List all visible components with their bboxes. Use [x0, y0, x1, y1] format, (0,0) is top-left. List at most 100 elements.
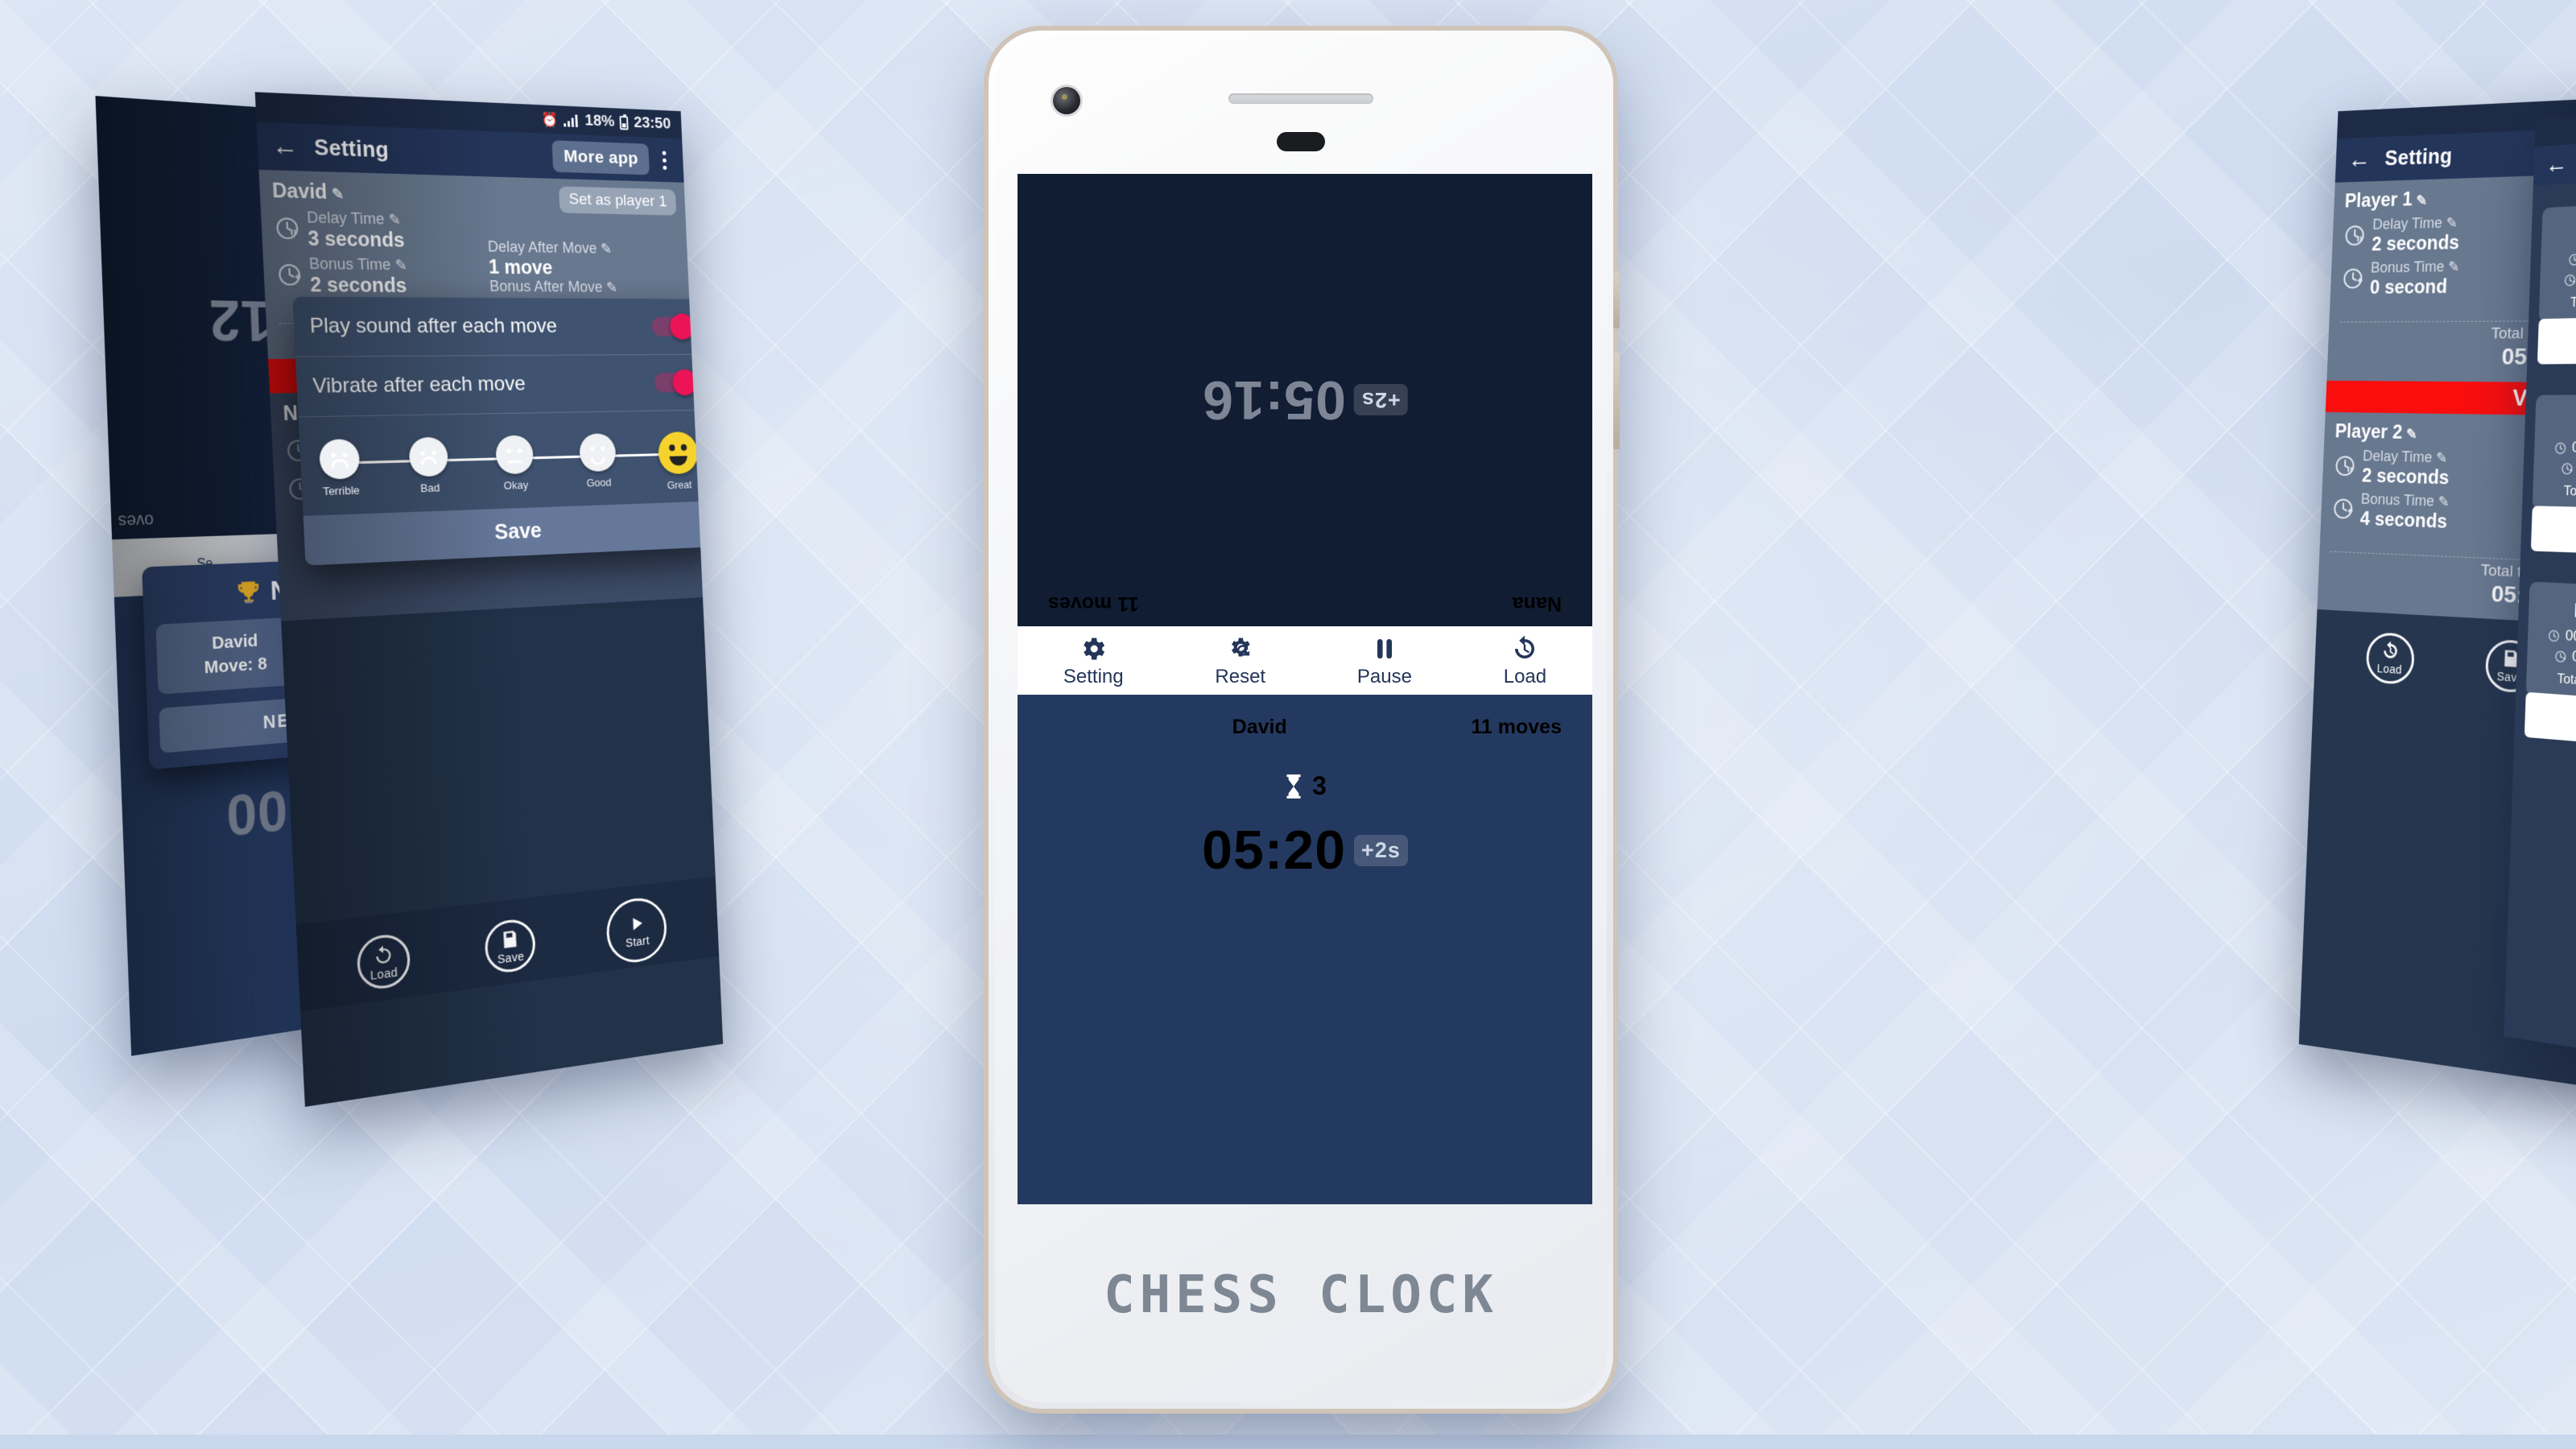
gear-reset-icon [1226, 634, 1255, 663]
clock-bonus-icon [2561, 461, 2574, 475]
player-panel[interactable]: David 11 moves 3 05:20 +2s [1018, 695, 1592, 1204]
load-button[interactable]: Load [356, 932, 411, 992]
rating-label-bad: Bad [420, 481, 440, 495]
action-buttons-row: Load Save Start [296, 877, 719, 1012]
toolbar-reset[interactable]: Reset [1215, 634, 1265, 688]
edit-pencil-icon[interactable]: ✎ [2446, 215, 2458, 231]
edit-pencil-icon[interactable]: ✎ [331, 186, 344, 203]
game-load-button[interactable]: Load [2537, 316, 2576, 365]
player-clock: 05:20 +2s [1202, 819, 1408, 881]
total-time-label: Total time [446, 327, 513, 345]
player-delay-value: 3 [1312, 771, 1327, 801]
game-player-left: David 00:01 10 moves 00:01 0 move [2543, 411, 2576, 503]
phone-mockup: Nana 11 moves +2s 05:16 Setting Reset Pa… [989, 31, 1613, 1409]
screen-setting-david[interactable]: ⏰ 18% 23:50 ← Setting More app Set as pl… [255, 92, 723, 1107]
clock-delay-icon [2333, 453, 2356, 478]
back-arrow-icon[interactable]: ← [2347, 147, 2372, 172]
clock-bonus-icon [2331, 497, 2355, 522]
toolbar-setting-partial[interactable]: Se [196, 556, 213, 572]
bonus-time-value: 2 seconds [310, 274, 409, 297]
toolbar-setting[interactable]: Setting [1063, 634, 1124, 688]
edit-pencil-icon[interactable]: ✎ [2406, 426, 2418, 442]
rating-label-terrible: Terrible [323, 484, 360, 498]
rating-option-okay[interactable]: Okay [490, 435, 539, 492]
toolbar-pause[interactable]: Pause [1357, 634, 1412, 688]
history-restore-icon [372, 942, 395, 967]
right-screens-group: ⏰ 18% 23:47 ← Setting More app Set as pl… [1530, 0, 2576, 1449]
edit-pencil-icon[interactable]: ✎ [517, 328, 529, 345]
load-button[interactable]: Load [2365, 631, 2415, 685]
edit-pencil-icon[interactable]: ✎ [388, 212, 401, 229]
chess-clock-screen[interactable]: Nana 11 moves +2s 05:16 Setting Reset Pa… [1018, 174, 1592, 1204]
play-sound-toggle[interactable] [651, 316, 693, 336]
game-player-name: Player 1 [2539, 598, 2576, 628]
edit-pencil-icon[interactable]: ✎ [2438, 494, 2450, 510]
hourglass-icon [1283, 774, 1304, 799]
edit-pencil-icon[interactable]: ✎ [2436, 450, 2448, 466]
edit-pencil-icon[interactable]: ✎ [2448, 259, 2460, 275]
bonus-time-label: Bonus Time [309, 255, 391, 274]
battery-percent: 18% [584, 112, 615, 131]
smiley-good-icon [579, 433, 617, 472]
delay-time-value: 2 seconds [2372, 231, 2460, 254]
game-total-line: Total time 05:00 [2537, 667, 2576, 696]
phone-body: Nana 11 moves +2s 05:16 Setting Reset Pa… [995, 37, 1607, 1402]
toolbar-pause-label: Pause [1357, 666, 1412, 688]
rating-option-good[interactable]: Good [574, 433, 621, 489]
back-arrow-icon[interactable]: ← [271, 133, 299, 160]
load-label: Load [370, 964, 398, 981]
start-button[interactable]: Start [605, 895, 668, 966]
more-app-button[interactable]: More app [552, 140, 650, 175]
player-card-nana: Nana [270, 388, 703, 621]
game-player-name: David [2552, 217, 2576, 247]
game-total-label: Total time [2570, 293, 2576, 310]
delay-time-value: 3 seconds [308, 227, 405, 251]
game-delay-line: 00:02 10 moves [2538, 625, 2576, 651]
opponent-increment-badge: +2s [1354, 385, 1408, 416]
history-restore-icon [2380, 640, 2401, 663]
clock-bonus-icon [2554, 649, 2567, 663]
player-increment-badge: +2s [1354, 835, 1408, 866]
game-delay-line: 00:03 1 move [2551, 246, 2576, 269]
front-camera-icon [1053, 87, 1080, 114]
game-delay-value: 00:01 [2572, 439, 2576, 457]
player-name-david: David ✎ [271, 179, 675, 212]
opponent-time: 05:16 [1202, 369, 1346, 431]
edit-pencil-icon[interactable]: ✎ [394, 258, 407, 274]
gear-icon [1079, 634, 1108, 663]
game-total-label: Total time [2557, 671, 2576, 690]
set-as-player-1-button[interactable]: Set as player 1 [559, 186, 676, 215]
rating-option-great[interactable]: Great [655, 431, 702, 492]
alarm-icon: ⏰ [541, 112, 559, 126]
bonus-time-label: Bonus Time [2371, 258, 2445, 276]
smiley-terrible-icon [319, 439, 361, 480]
play-icon [626, 911, 647, 935]
bonus-time-label: Bonus Time [2360, 491, 2434, 510]
rating-save-button[interactable]: Save [303, 501, 716, 565]
back-arrow-icon[interactable]: ← [2545, 152, 2569, 178]
edit-pencil-icon[interactable]: ✎ [2416, 192, 2428, 208]
player-card-david: Set as player 1 David ✎ Delay Time ✎ 3 sec… [258, 170, 691, 359]
edit-pencil-icon[interactable]: ✎ [601, 241, 613, 257]
toolbar-reset-label: Reset [1215, 666, 1265, 688]
play-sound-row[interactable]: Play sound after each move [292, 297, 707, 357]
game-load-button[interactable]: Load [2524, 692, 2576, 749]
opponent-clock: +2s 05:16 [1202, 369, 1408, 431]
left-shade [255, 92, 723, 1107]
earpiece-speaker [1228, 93, 1373, 104]
game-player-left: David 00:03 1 move 00:02 2 moves [2549, 217, 2576, 312]
edit-pencil-icon[interactable]: ✎ [606, 280, 618, 295]
smiley-great-icon [658, 431, 699, 475]
save-button[interactable]: Save [484, 917, 536, 975]
app-bar-title: Setting [2384, 144, 2453, 171]
game-total-line: Total time 05:00 [2543, 480, 2576, 502]
overflow-menu-icon[interactable] [658, 149, 671, 171]
game-load-button[interactable]: Load [2531, 506, 2576, 556]
opponent-panel[interactable]: Nana 11 moves +2s 05:16 [1018, 174, 1592, 626]
clock-toolbar[interactable]: Setting Reset Pause Load [1018, 626, 1592, 695]
rating-option-bad[interactable]: Bad [403, 437, 454, 495]
rating-label-okay: Okay [503, 478, 528, 492]
rating-option-terrible[interactable]: Terrible [314, 439, 367, 498]
game-bonus-value: 00:00 [2572, 648, 2576, 668]
toolbar-setting-label: Setting [1063, 666, 1124, 688]
